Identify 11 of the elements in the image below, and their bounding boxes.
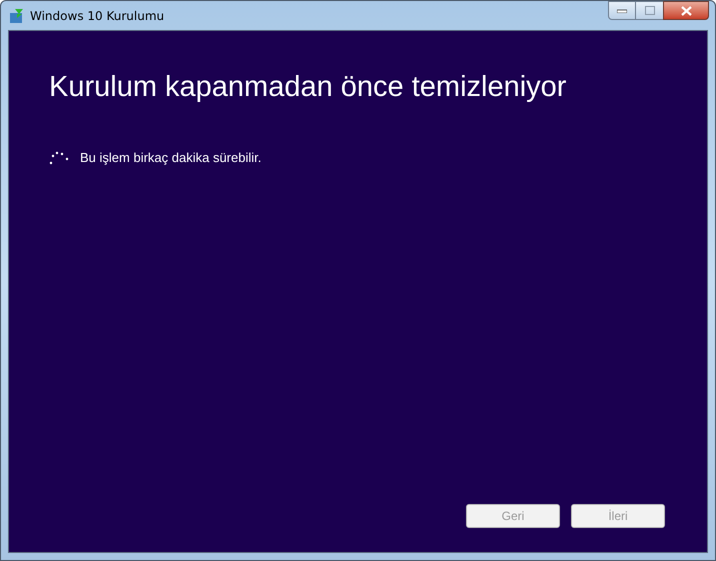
close-button[interactable] (663, 1, 709, 20)
minimize-button[interactable] (608, 1, 636, 20)
spinner-icon (49, 150, 69, 165)
window-title: Windows 10 Kurulumu (30, 8, 164, 24)
setup-icon (9, 8, 25, 24)
maximize-button[interactable] (636, 1, 663, 20)
minimize-icon (617, 8, 627, 12)
page-heading: Kurulum kapanmadan önce temizleniyor (49, 73, 568, 102)
maximize-icon (644, 6, 654, 15)
status-text: Bu işlem birkaç dakika sürebilir. (80, 149, 262, 167)
close-icon (680, 6, 692, 16)
